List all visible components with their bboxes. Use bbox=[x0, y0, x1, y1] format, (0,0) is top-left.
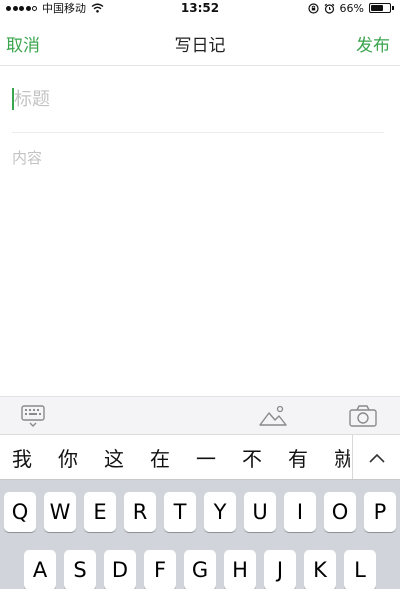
key-y[interactable]: Y bbox=[204, 492, 236, 532]
candidate-list: 我你这在一不有就 bbox=[0, 443, 350, 472]
editor-toolbar bbox=[0, 396, 400, 434]
key-f[interactable]: F bbox=[144, 550, 176, 589]
key-k[interactable]: K bbox=[304, 550, 336, 589]
key-row-2: ASDFGHJKL bbox=[0, 550, 400, 589]
key-t[interactable]: T bbox=[164, 492, 196, 532]
candidate-char[interactable]: 有 bbox=[288, 443, 334, 472]
battery-percent: 66% bbox=[339, 1, 364, 15]
wifi-icon bbox=[91, 3, 104, 13]
key-p[interactable]: P bbox=[364, 492, 396, 532]
status-bar: 中国移动 13:52 66% bbox=[0, 0, 400, 16]
key-u[interactable]: U bbox=[244, 492, 276, 532]
text-caret bbox=[12, 88, 14, 110]
key-row-1: QWERTYUIOP bbox=[0, 492, 400, 532]
candidate-bar: 我你这在一不有就 bbox=[0, 434, 400, 480]
candidate-char[interactable]: 在 bbox=[150, 443, 196, 472]
key-a[interactable]: A bbox=[24, 550, 56, 589]
chevron-up-icon[interactable] bbox=[352, 435, 400, 479]
title-divider bbox=[12, 132, 384, 133]
status-left: 中国移动 bbox=[6, 0, 104, 16]
key-j[interactable]: J bbox=[264, 550, 296, 589]
candidate-char[interactable]: 一 bbox=[196, 443, 242, 472]
key-e[interactable]: E bbox=[84, 492, 116, 532]
publish-button[interactable]: 发布 bbox=[356, 31, 390, 56]
image-icon[interactable] bbox=[258, 403, 288, 433]
key-i[interactable]: I bbox=[284, 492, 316, 532]
key-r[interactable]: R bbox=[124, 492, 156, 532]
keyboard-dismiss-icon[interactable] bbox=[20, 403, 46, 433]
carrier-label: 中国移动 bbox=[42, 2, 86, 15]
key-l[interactable]: L bbox=[344, 550, 376, 589]
page-title: 写日记 bbox=[174, 36, 226, 56]
candidate-char[interactable]: 你 bbox=[58, 443, 104, 472]
key-q[interactable]: Q bbox=[4, 492, 36, 532]
key-d[interactable]: D bbox=[104, 550, 136, 589]
key-w[interactable]: W bbox=[44, 492, 76, 532]
key-s[interactable]: S bbox=[64, 550, 96, 589]
battery-icon bbox=[369, 3, 394, 13]
camera-icon[interactable] bbox=[348, 403, 378, 433]
candidate-char[interactable]: 这 bbox=[104, 443, 150, 472]
key-h[interactable]: H bbox=[224, 550, 256, 589]
battery-fill bbox=[371, 5, 383, 11]
keyboard: QWERTYUIOP ASDFGHJKL bbox=[0, 480, 400, 589]
key-g[interactable]: G bbox=[184, 550, 216, 589]
rotation-lock-icon bbox=[307, 2, 319, 14]
content-input[interactable] bbox=[12, 147, 388, 387]
nav-bar: 取消 写日记 发布 bbox=[0, 16, 400, 66]
title-input[interactable] bbox=[12, 82, 384, 116]
candidate-char[interactable]: 我 bbox=[12, 443, 58, 472]
candidate-char[interactable]: 不 bbox=[242, 443, 288, 472]
alarm-icon bbox=[324, 3, 334, 14]
candidate-char[interactable]: 就 bbox=[334, 443, 350, 472]
status-right: 66% bbox=[307, 1, 394, 15]
key-o[interactable]: O bbox=[324, 492, 356, 532]
signal-dots-icon bbox=[6, 5, 37, 11]
diary-compose-screen: 中国移动 13:52 66% 取消 写日记 发布 标题 内容 我 你 这 在 一… bbox=[0, 0, 400, 589]
